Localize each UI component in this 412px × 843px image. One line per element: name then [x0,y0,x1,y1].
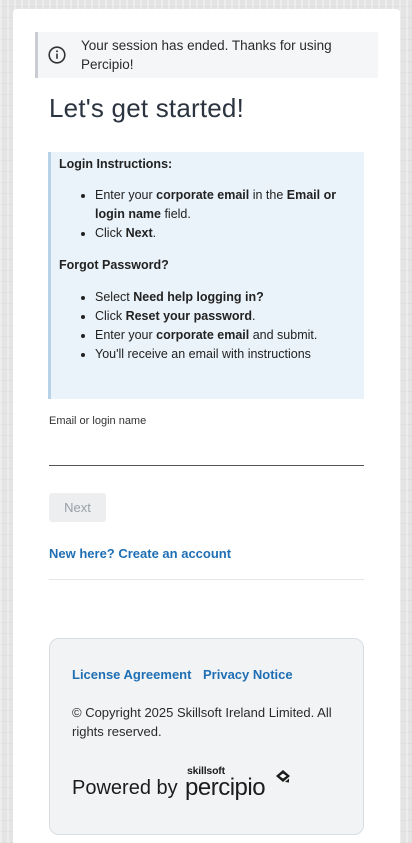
list-item-text: Click [95,309,126,323]
list-item-text: Enter your [95,188,157,202]
list-item-text: Select [95,290,134,304]
list-item-text: Reset your password [125,309,252,323]
list-item: You'll receive an email with instruction… [81,345,355,364]
list-item-text: Enter your [95,328,157,342]
login-instructions-heading: Login Instructions: [59,157,173,171]
list-item: Enter your corporate email and submit. [81,326,355,345]
list-item-text: and submit. [249,328,318,342]
forgot-password-heading: Forgot Password? [59,258,169,272]
login-instructions-panel: Login Instructions: Enter your corporate… [48,152,364,399]
divider [49,579,364,580]
list-item-text: Need help logging in? [133,290,264,304]
list-item-text: corporate email [156,188,250,202]
session-ended-message: Your session has ended. Thanks for using… [81,38,332,72]
list-item-text: . [252,309,256,323]
create-account-link[interactable]: New here? Create an account [49,546,231,561]
list-item-text: Click [95,226,126,240]
logo-percipio-text: percipio [185,774,266,801]
login-instructions-list: Enter your corporate email in the Email … [81,186,345,243]
page-title: Let's get started! [49,93,245,123]
powered-by-text: Powered by [72,777,178,799]
info-icon [48,46,66,64]
list-item-text: in the [249,188,287,202]
list-item-text: corporate email [156,328,250,342]
list-item: Click Reset your password. [81,307,355,326]
footer-panel: License Agreement Privacy Notice © Copyr… [49,638,364,835]
percipio-mark-icon [276,770,290,783]
list-item-text: Next [125,226,153,240]
privacy-notice-link[interactable]: Privacy Notice [203,667,293,682]
email-field-label: Email or login name [49,415,147,427]
login-card: Your session has ended. Thanks for using… [13,9,400,843]
list-item-text: . [152,226,157,240]
skillsoft-percipio-logo: skillsoft percipio [185,765,295,801]
list-item: Enter your corporate email in the Email … [81,186,345,224]
email-field[interactable] [49,439,364,466]
copyright-text: © Copyright 2025 Skillsoft Ireland Limit… [72,705,332,739]
license-agreement-link[interactable]: License Agreement [72,667,191,682]
list-item-text: You'll receive an email with instruction… [95,347,311,361]
next-button[interactable]: Next [49,493,106,522]
list-item: Click Next. [81,224,345,243]
forgot-password-list: Select Need help logging in? Click Reset … [81,288,355,364]
session-ended-banner: Your session has ended. Thanks for using… [35,32,378,78]
list-item-text: field. [160,207,191,221]
list-item: Select Need help logging in? [81,288,355,307]
